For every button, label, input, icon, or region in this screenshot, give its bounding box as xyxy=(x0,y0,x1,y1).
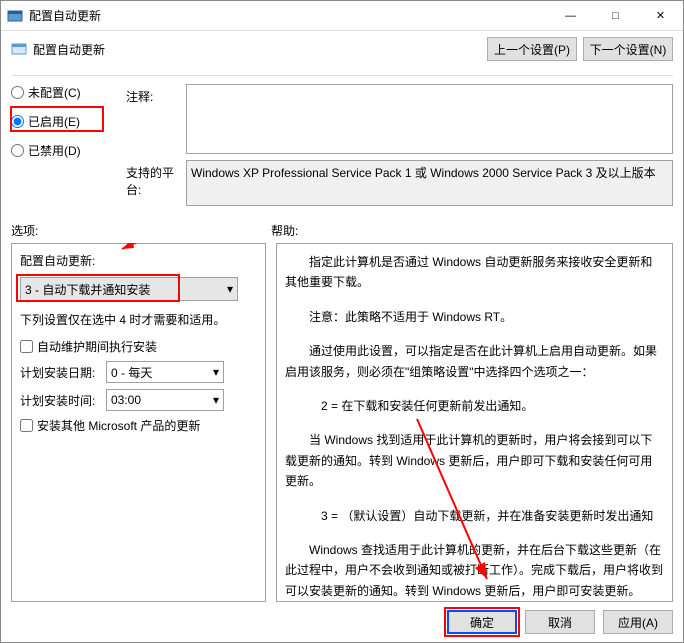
annotation-highlight-enabled xyxy=(10,106,104,132)
chevron-down-icon: ▾ xyxy=(213,393,219,407)
configure-update-label: 配置自动更新: xyxy=(20,252,257,269)
options-note: 下列设置仅在选中 4 时才需要和适用。 xyxy=(20,311,257,328)
sched-day-label: 计划安装日期: xyxy=(20,364,98,381)
help-p6: 3 = （默认设置）自动下载更新，并在准备安装更新时发出通知 xyxy=(285,506,664,526)
help-p7: Windows 查找适用于此计算机的更新，并在后台下载这些更新（在此过程中，用户… xyxy=(285,540,664,601)
chevron-down-icon: ▾ xyxy=(227,282,233,296)
sched-time-label: 计划安装时间: xyxy=(20,392,98,409)
sched-day-dropdown[interactable]: 0 - 每天 ▾ xyxy=(106,361,224,383)
comment-label: 注释: xyxy=(126,84,186,154)
policy-icon xyxy=(11,41,27,57)
radio-disabled-label: 已禁用(D) xyxy=(28,142,81,159)
sched-time-dropdown[interactable]: 03:00 ▾ xyxy=(106,389,224,411)
options-pane: 配置自动更新: 3 - 自动下载并通知安装 ▾ 下列设置仅在选中 4 时才需要和… xyxy=(11,243,266,602)
annotation-highlight-dropdown xyxy=(16,274,180,302)
radio-not-configured[interactable] xyxy=(11,86,24,99)
ok-button[interactable]: 确定 xyxy=(447,610,517,634)
titlebar: 配置自动更新 — □ ✕ xyxy=(1,1,683,31)
other-ms-products-checkbox[interactable] xyxy=(20,419,33,432)
cancel-button[interactable]: 取消 xyxy=(525,610,595,634)
help-pane: 指定此计算机是否通过 Windows 自动更新服务来接收安全更新和其他重要下载。… xyxy=(276,243,673,602)
dialog-button-row: 确定 取消 应用(A) xyxy=(1,602,683,642)
radio-not-configured-label: 未配置(C) xyxy=(28,84,81,101)
help-p1: 指定此计算机是否通过 Windows 自动更新服务来接收安全更新和其他重要下载。 xyxy=(285,252,664,293)
policy-title: 配置自动更新 xyxy=(33,41,105,58)
minimize-button[interactable]: — xyxy=(548,1,593,31)
maint-window-label: 自动维护期间执行安装 xyxy=(37,338,157,355)
policy-app-icon xyxy=(7,8,23,24)
help-p4: 2 = 在下载和安装任何更新前发出通知。 xyxy=(285,396,664,416)
platform-label: 支持的平台: xyxy=(126,160,186,206)
window-title: 配置自动更新 xyxy=(29,7,548,24)
maximize-button[interactable]: □ xyxy=(593,1,638,31)
close-button[interactable]: ✕ xyxy=(638,1,683,31)
help-p5: 当 Windows 找到适用于此计算机的更新时，用户将会接到可以下载更新的通知。… xyxy=(285,430,664,491)
platform-text: Windows XP Professional Service Pack 1 或… xyxy=(186,160,673,206)
sched-day-value: 0 - 每天 xyxy=(111,364,152,381)
prev-setting-button[interactable]: 上一个设置(P) xyxy=(487,37,577,61)
help-p3: 通过使用此设置，可以指定是否在此计算机上启用自动更新。如果启用该服务，则必须在"… xyxy=(285,341,664,382)
help-section-label: 帮助: xyxy=(271,222,298,239)
maint-window-checkbox[interactable] xyxy=(20,340,33,353)
comment-textarea[interactable] xyxy=(186,84,673,154)
separator xyxy=(11,75,673,76)
apply-button[interactable]: 应用(A) xyxy=(603,610,673,634)
sched-time-value: 03:00 xyxy=(111,393,141,407)
options-section-label: 选项: xyxy=(11,222,271,239)
other-ms-products-label: 安装其他 Microsoft 产品的更新 xyxy=(37,417,200,434)
next-setting-button[interactable]: 下一个设置(N) xyxy=(583,37,673,61)
chevron-down-icon: ▾ xyxy=(213,365,219,379)
help-p2: 注意：此策略不适用于 Windows RT。 xyxy=(285,307,664,327)
radio-disabled[interactable] xyxy=(11,144,24,157)
